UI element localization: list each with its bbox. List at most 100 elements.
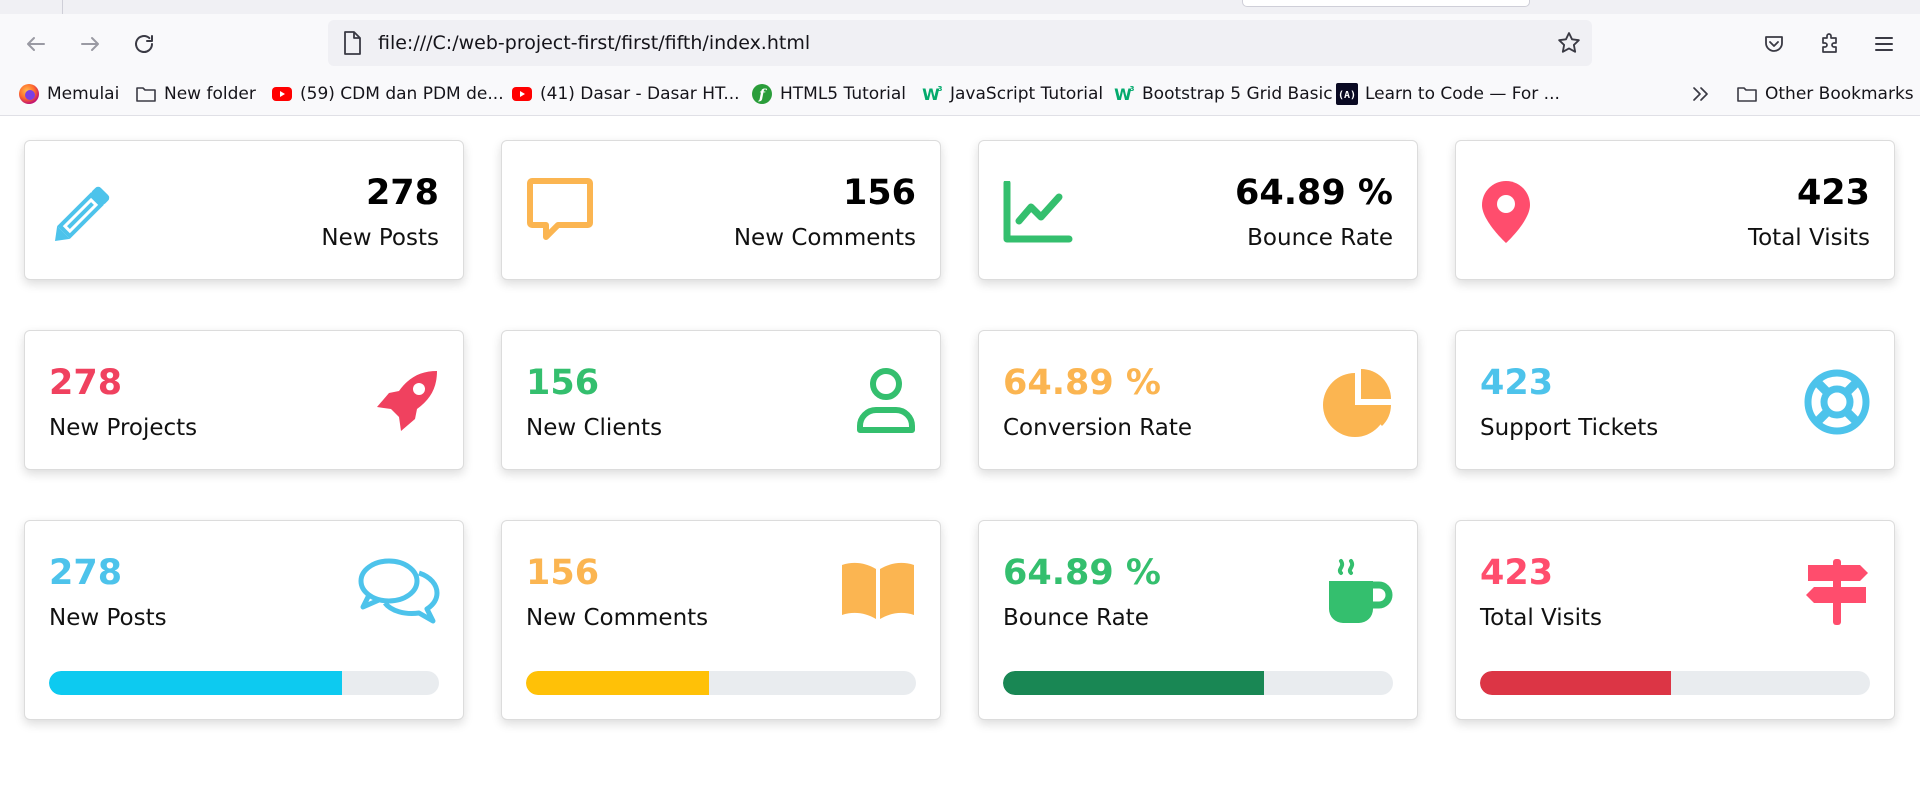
bookmark-label: New folder bbox=[164, 84, 256, 104]
stat-value: 64.89 % bbox=[1003, 553, 1161, 593]
comments-icon bbox=[357, 557, 441, 625]
svg-text:(A): (A) bbox=[1338, 90, 1356, 101]
stat-label: New Posts bbox=[321, 225, 439, 251]
stat-label: Total Visits bbox=[1480, 605, 1603, 631]
pocket-button[interactable] bbox=[1756, 26, 1792, 62]
bookmark-dasar-html[interactable]: (41) Dasar - Dasar HT... bbox=[511, 82, 740, 106]
card-total-visits: 423 Total Visits bbox=[1455, 140, 1895, 280]
tab-divider bbox=[62, 0, 63, 14]
progress-bar bbox=[1003, 671, 1393, 695]
stat-label: New Comments bbox=[733, 225, 916, 251]
card-new-posts: 278 New Posts bbox=[24, 140, 464, 280]
arrow-right-icon bbox=[81, 37, 99, 51]
bookmark-html5-tutorial[interactable]: f HTML5 Tutorial bbox=[751, 82, 906, 106]
pencil-icon bbox=[49, 177, 119, 247]
card-new-clients: 156 New Clients bbox=[501, 330, 941, 470]
pie-chart-icon bbox=[1323, 367, 1393, 437]
progress-fill bbox=[49, 671, 342, 695]
bookmark-label: Bootstrap 5 Grid Basic bbox=[1142, 84, 1333, 104]
svg-text:3: 3 bbox=[938, 85, 943, 93]
card-support-tickets: 423 Support Tickets bbox=[1455, 330, 1895, 470]
progress-fill bbox=[1003, 671, 1265, 695]
w3schools-icon: W3 bbox=[1113, 83, 1135, 105]
card-new-projects: 278 New Projects bbox=[24, 330, 464, 470]
stat-label: New Clients bbox=[526, 415, 663, 441]
signpost-icon bbox=[1804, 557, 1870, 627]
active-tab[interactable] bbox=[1242, 0, 1530, 7]
coffee-mug-icon bbox=[1323, 557, 1393, 627]
stat-label: Bounce Rate bbox=[1247, 225, 1393, 251]
reload-button[interactable] bbox=[126, 26, 162, 62]
card-bounce-rate-progress: 64.89 % Bounce Rate bbox=[978, 520, 1418, 720]
bookmark-memulai[interactable]: Memulai bbox=[18, 82, 119, 106]
menu-button[interactable] bbox=[1866, 26, 1902, 62]
w3schools-icon: W3 bbox=[921, 83, 943, 105]
forward-button[interactable] bbox=[72, 26, 108, 62]
stat-label: Support Tickets bbox=[1480, 415, 1659, 441]
freecodecamp-icon: (A) bbox=[1336, 83, 1358, 105]
bookmark-javascript-tutorial[interactable]: W3 JavaScript Tutorial bbox=[921, 82, 1103, 106]
puzzle-icon bbox=[1822, 33, 1837, 53]
bookmark-label: JavaScript Tutorial bbox=[950, 84, 1104, 104]
address-bar[interactable]: file:///C:/web-project-first/first/fifth… bbox=[328, 20, 1592, 66]
stat-value: 64.89 % bbox=[1235, 173, 1393, 213]
book-open-icon bbox=[840, 561, 916, 621]
extensions-button[interactable] bbox=[1812, 26, 1848, 62]
bookmark-new-folder[interactable]: New folder bbox=[135, 82, 256, 106]
stat-label: New Posts bbox=[49, 605, 167, 631]
stat-value: 423 bbox=[1480, 363, 1554, 403]
folder-icon bbox=[135, 83, 157, 105]
pocket-icon bbox=[1765, 36, 1783, 52]
progress-fill bbox=[526, 671, 710, 695]
rocket-icon bbox=[373, 367, 441, 435]
card-new-posts-progress: 278 New Posts bbox=[24, 520, 464, 720]
firefox-icon bbox=[18, 83, 40, 105]
svg-text:3: 3 bbox=[1130, 85, 1135, 93]
stat-value: 278 bbox=[49, 553, 123, 593]
stat-label: New Projects bbox=[49, 415, 198, 441]
folder-icon bbox=[1736, 83, 1758, 105]
stat-label: Conversion Rate bbox=[1003, 415, 1192, 441]
other-bookmarks[interactable]: Other Bookmarks bbox=[1736, 82, 1914, 106]
stat-label: Bounce Rate bbox=[1003, 605, 1149, 631]
progress-bar bbox=[526, 671, 916, 695]
stat-value: 423 bbox=[1796, 173, 1870, 213]
bookmarks-toolbar: Memulai New folder (59) CDM dan PDM de..… bbox=[0, 72, 1920, 116]
bookmark-label: (41) Dasar - Dasar HT... bbox=[540, 84, 740, 104]
user-icon bbox=[856, 367, 916, 435]
reload-icon bbox=[135, 35, 153, 53]
double-chevron-right-icon bbox=[1690, 83, 1712, 105]
bookmark-label: (59) CDM dan PDM de... bbox=[300, 84, 504, 104]
stat-value: 64.89 % bbox=[1003, 363, 1161, 403]
bookmark-label: Memulai bbox=[47, 84, 120, 104]
bookmark-cdm-pdm[interactable]: (59) CDM dan PDM de... bbox=[271, 82, 504, 106]
youtube-icon bbox=[271, 83, 293, 105]
back-button[interactable] bbox=[18, 26, 54, 62]
hamburger-menu-icon bbox=[1875, 37, 1893, 51]
card-new-comments: 156 New Comments bbox=[501, 140, 941, 280]
comment-icon bbox=[526, 177, 596, 247]
card-bounce-rate: 64.89 % Bounce Rate bbox=[978, 140, 1418, 280]
progress-fill bbox=[1480, 671, 1672, 695]
bookmark-star-icon[interactable] bbox=[1556, 30, 1582, 56]
navigation-toolbar: file:///C:/web-project-first/first/fifth… bbox=[0, 14, 1920, 72]
stat-value: 156 bbox=[842, 173, 916, 213]
more-bookmarks-button[interactable] bbox=[1690, 82, 1719, 106]
bookmark-bootstrap-grid[interactable]: W3 Bootstrap 5 Grid Basic bbox=[1113, 82, 1333, 106]
tab-strip bbox=[0, 0, 1920, 14]
page-icon bbox=[344, 31, 361, 55]
stat-value: 423 bbox=[1480, 553, 1554, 593]
bookmark-learn-to-code[interactable]: (A) Learn to Code — For ... bbox=[1336, 82, 1560, 106]
url-text: file:///C:/web-project-first/first/fifth… bbox=[378, 32, 811, 54]
stat-value: 278 bbox=[365, 173, 439, 213]
progress-bar bbox=[49, 671, 439, 695]
bookmark-label: Learn to Code — For ... bbox=[1365, 84, 1560, 104]
progress-bar bbox=[1480, 671, 1870, 695]
tutorial-f-icon: f bbox=[751, 83, 773, 105]
bookmark-label: HTML5 Tutorial bbox=[780, 84, 907, 104]
stat-label: Total Visits bbox=[1747, 225, 1870, 251]
card-total-visits-progress: 423 Total Visits bbox=[1455, 520, 1895, 720]
card-conversion-rate: 64.89 % Conversion Rate bbox=[978, 330, 1418, 470]
youtube-icon bbox=[511, 83, 533, 105]
line-chart-icon bbox=[1003, 181, 1073, 245]
